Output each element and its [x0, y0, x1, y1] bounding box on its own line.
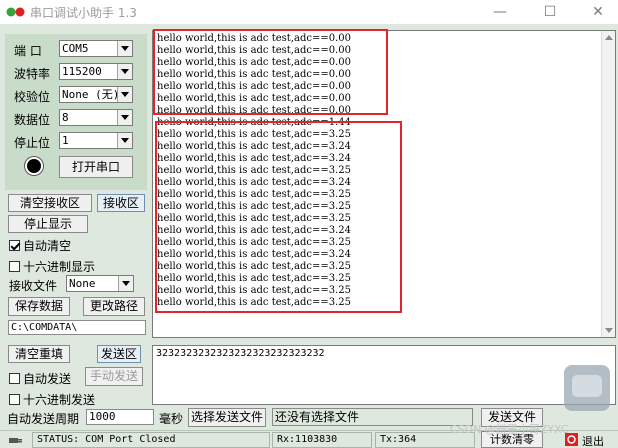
port-select-value: COM5 [62, 42, 89, 55]
baud-select[interactable]: 115200 [59, 63, 133, 80]
rx-count: Rx:1103830 [272, 432, 372, 448]
scroll-down-icon[interactable] [605, 328, 613, 333]
checkbox-unchecked-icon[interactable] [9, 261, 20, 272]
recv-file-label: 接收文件 [9, 279, 58, 293]
hex-display-label: 十六进制显示 [23, 260, 96, 274]
hex-send-label: 十六进制发送 [23, 393, 96, 407]
chevron-down-icon[interactable] [117, 64, 132, 79]
clear-receive-button[interactable]: 清空接收区 [8, 194, 92, 212]
chevron-down-icon[interactable] [117, 110, 132, 125]
auto-send-label: 自动发送 [23, 372, 72, 386]
stopbits-select-value: 1 [62, 134, 69, 147]
stopbits-label: 停止位 [14, 136, 51, 150]
checkbox-checked-icon[interactable] [9, 240, 20, 251]
databits-label: 数据位 [14, 113, 51, 127]
auto-clear-checkbox[interactable]: 自动清空 [9, 237, 71, 254]
title-bar: 串口调试小助手 1.3 — ☐ ✕ [0, 0, 618, 24]
parity-select[interactable]: None (无) [59, 86, 133, 103]
ms-label: 毫秒 [159, 412, 184, 426]
scroll-up-icon[interactable] [605, 35, 613, 40]
close-button[interactable]: ✕ [578, 0, 618, 24]
databits-select[interactable]: 8 [59, 109, 133, 126]
baud-label: 波特率 [14, 67, 51, 81]
save-path-field[interactable]: C:\COMDATA\ [8, 320, 146, 335]
exit-button[interactable]: 退出 [582, 433, 604, 448]
receive-scrollbar[interactable] [601, 31, 615, 337]
recv-file-select[interactable]: None [66, 275, 134, 292]
parity-select-value: None (无) [62, 88, 120, 101]
watermark-text: CSDN @粉墨小哥ZYXC [450, 423, 569, 436]
auto-send-checkbox[interactable]: 自动发送 [9, 370, 71, 387]
chevron-down-icon[interactable] [117, 133, 132, 148]
minimize-button[interactable]: — [480, 0, 520, 24]
period-label: 自动发送周期 [7, 412, 80, 426]
chat-bubble-icon [564, 365, 610, 411]
maximize-button[interactable]: ☐ [530, 0, 570, 24]
save-data-button[interactable]: 保存数据 [8, 297, 70, 316]
select-send-file-button[interactable]: 选择发送文件 [188, 408, 266, 427]
port-status-led-icon [27, 159, 41, 173]
send-textarea[interactable]: 3232323232323232323232323232 [152, 345, 616, 405]
chevron-down-icon[interactable] [117, 87, 132, 102]
plug-icon [9, 438, 22, 443]
send-area-label[interactable]: 发送区 [97, 345, 141, 363]
status-text: STATUS: COM Port Closed [32, 432, 270, 448]
send-text: 3232323232323232323232323232 [156, 348, 325, 359]
stop-display-button[interactable]: 停止显示 [8, 215, 88, 233]
highlight-box-zero [153, 29, 388, 115]
port-select[interactable]: COM5 [59, 40, 133, 57]
checkbox-unchecked-icon[interactable] [9, 394, 20, 405]
databits-select-value: 8 [62, 111, 69, 124]
chevron-down-icon[interactable] [118, 276, 133, 291]
manual-send-button[interactable]: 手动发送 [85, 367, 143, 386]
open-port-button[interactable]: 打开串口 [59, 156, 133, 178]
parity-label: 校验位 [14, 90, 51, 104]
hex-send-checkbox[interactable]: 十六进制发送 [9, 391, 95, 408]
receive-area-label[interactable]: 接收区 [97, 194, 145, 212]
highlight-box-high [155, 121, 402, 313]
clear-send-button[interactable]: 清空重填 [8, 345, 70, 363]
port-label: 端 口 [14, 44, 42, 58]
window-title: 串口调试小助手 1.3 [30, 6, 137, 20]
baud-select-value: 115200 [62, 65, 102, 78]
auto-clear-label: 自动清空 [23, 239, 72, 253]
change-path-button[interactable]: 更改路径 [83, 297, 145, 316]
chevron-down-icon[interactable] [117, 41, 132, 56]
stopbits-select[interactable]: 1 [59, 132, 133, 149]
hex-display-checkbox[interactable]: 十六进制显示 [9, 258, 95, 275]
app-logo-icon [6, 7, 25, 17]
recv-file-select-value: None [69, 277, 96, 290]
file-status-field: 还没有选择文件 [272, 408, 473, 426]
period-input[interactable]: 1000 [86, 409, 154, 425]
checkbox-unchecked-icon[interactable] [9, 373, 20, 384]
